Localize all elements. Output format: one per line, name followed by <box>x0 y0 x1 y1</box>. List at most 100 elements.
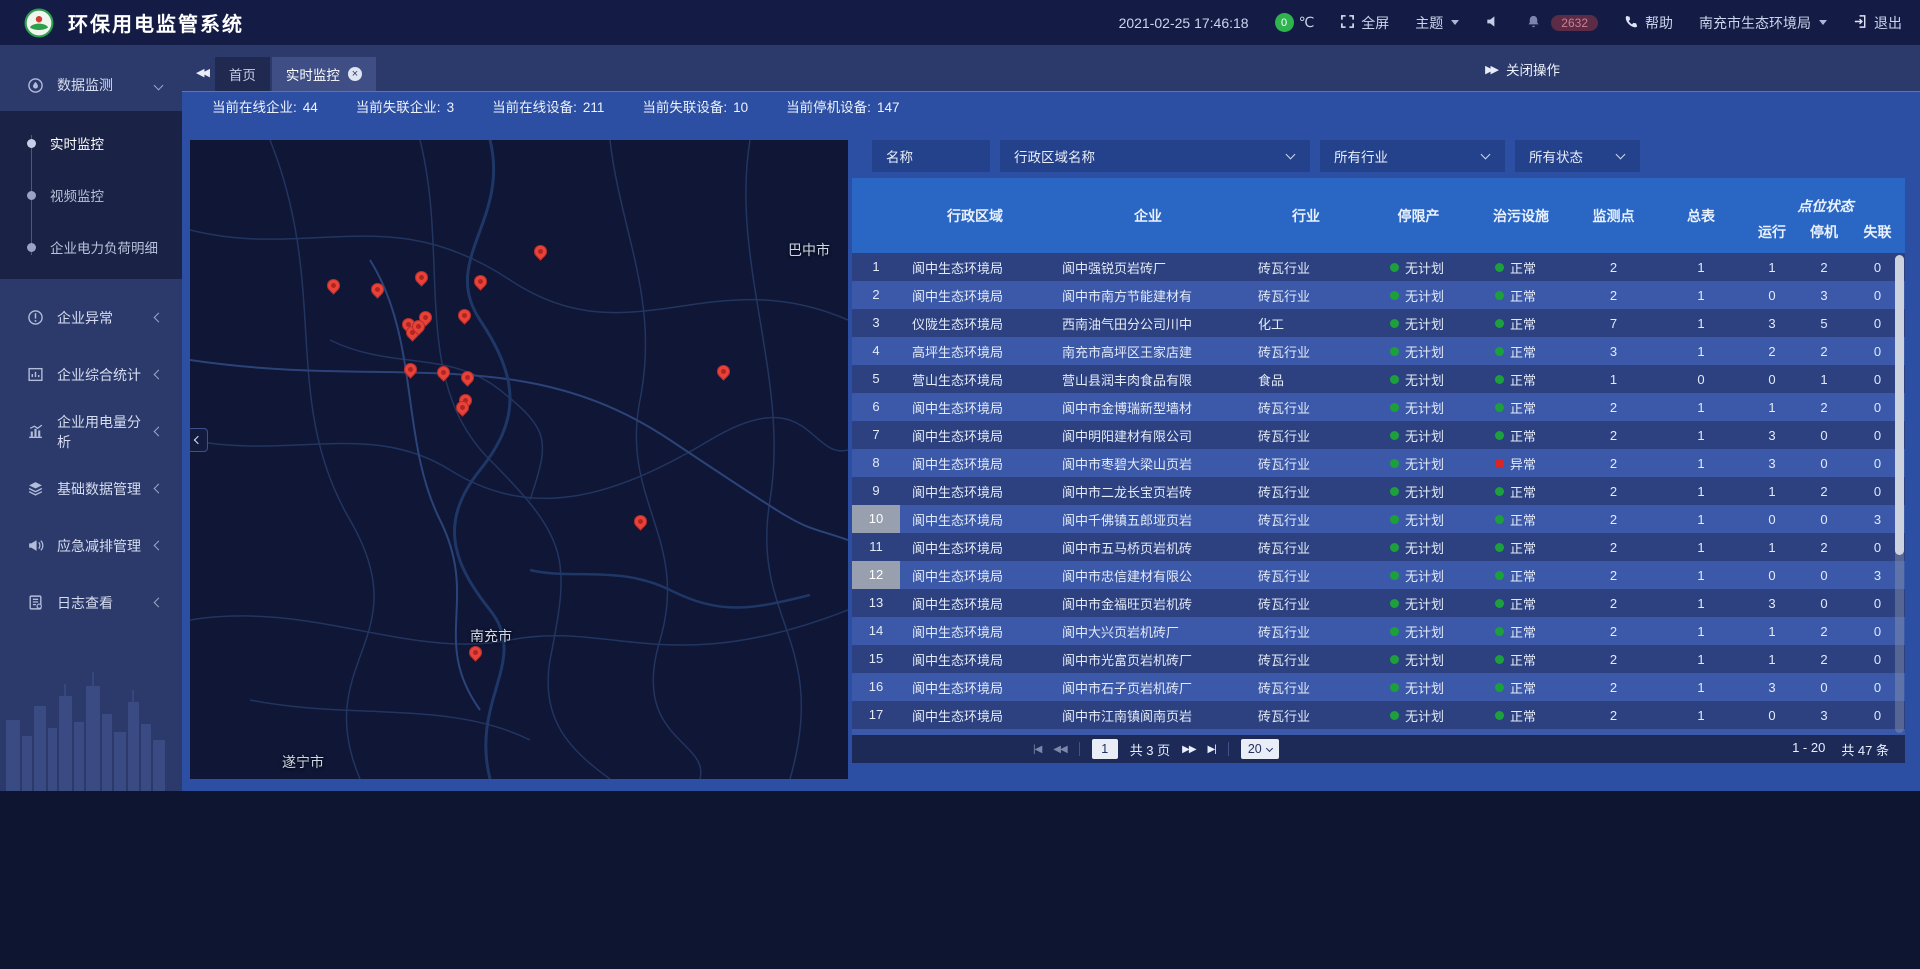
cell-pollution-facility: 正常 <box>1471 734 1571 736</box>
tabs-scroll-right-button[interactable]: ▶▶ <box>1485 63 1496 76</box>
cell-enterprise: 阆中市江南镇阆南页岩 <box>1050 706 1246 725</box>
sidebar-item-2[interactable]: 企业综合统计 <box>0 346 182 403</box>
chevron-left-icon <box>154 541 164 551</box>
table-row[interactable]: 11阆中生态环境局阆中市五马桥页岩机砖砖瓦行业无计划正常21120 <box>852 533 1905 561</box>
table-row[interactable]: 8阆中生态环境局阆中市枣碧大梁山页岩砖瓦行业无计划异常21300 <box>852 449 1905 477</box>
cell-running: 2 <box>1746 344 1798 359</box>
logout-button[interactable]: 退出 <box>1853 13 1902 33</box>
cell-running: 1 <box>1746 260 1798 275</box>
subcol-header-2: 失联 <box>1850 218 1905 253</box>
bell-icon <box>1526 14 1541 32</box>
sound-button[interactable] <box>1485 14 1500 32</box>
sidebar-item-0[interactable]: 数据监测 <box>0 59 182 111</box>
cell-limit-production: 无计划 <box>1366 482 1471 501</box>
tab-label: 实时监控 <box>286 64 340 84</box>
cell-index: 7 <box>852 421 900 449</box>
region-filter-select[interactable]: 行政区域名称 <box>1000 140 1310 172</box>
status-filter-select[interactable]: 所有状态 <box>1515 140 1640 172</box>
cell-limit-production: 无计划 <box>1366 678 1471 697</box>
cell-index: 12 <box>852 561 900 589</box>
status-dot-green-icon <box>1495 571 1504 580</box>
map-collapse-button[interactable] <box>190 428 208 452</box>
sidebar-subitem-2[interactable]: 企业电力负荷明细 <box>0 221 182 273</box>
cell-running: 3 <box>1746 316 1798 331</box>
close-operations-button[interactable]: 关闭操作 <box>1506 59 1560 79</box>
map-view[interactable]: 巴中市南充市遂宁市 <box>190 140 848 779</box>
cell-region: 阆中生态环境局 <box>900 286 1050 305</box>
sidebar-item-1[interactable]: 企业异常 <box>0 289 182 346</box>
table-scrollbar[interactable] <box>1895 255 1904 733</box>
status-dot-green-icon <box>1390 347 1399 356</box>
table-row[interactable]: 3仪陇生态环境局西南油气田分公司川中化工无计划正常71350 <box>852 309 1905 337</box>
status-dot-green-icon <box>1390 599 1399 608</box>
cell-halted: 2 <box>1798 624 1850 639</box>
cell-halted: 2 <box>1798 652 1850 667</box>
cell-total-meter: 1 <box>1656 568 1746 583</box>
table-row[interactable]: 14阆中生态环境局阆中大兴页岩机砖厂砖瓦行业无计划正常21120 <box>852 617 1905 645</box>
cell-limit-production: 无计划 <box>1366 398 1471 417</box>
sidebar-item-4[interactable]: 基础数据管理 <box>0 460 182 517</box>
sidebar-item-3[interactable]: 企业用电量分析 <box>0 403 182 460</box>
table-row[interactable]: 13阆中生态环境局阆中市金福旺页岩机砖砖瓦行业无计划正常21300 <box>852 589 1905 617</box>
col-index <box>852 178 900 253</box>
table-row[interactable]: 16阆中生态环境局阆中市石子页岩机砖厂砖瓦行业无计划正常21300 <box>852 673 1905 701</box>
theme-dropdown[interactable]: 主题 <box>1415 13 1459 33</box>
cell-monitor-points: 2 <box>1571 484 1656 499</box>
industry-filter-select[interactable]: 所有行业 <box>1320 140 1505 172</box>
first-page-button[interactable]: |◀ <box>1033 744 1041 755</box>
page-size-select[interactable]: 20 <box>1241 739 1279 759</box>
cell-total-meter: 1 <box>1656 428 1746 443</box>
table-row[interactable]: 7阆中生态环境局阆中明阳建材有限公司砖瓦行业无计划正常21300 <box>852 421 1905 449</box>
scrollbar-thumb[interactable] <box>1895 255 1904 555</box>
next-page-button[interactable]: ▶▶ <box>1182 744 1195 755</box>
table-row[interactable]: 4高坪生态环境局南充市高坪区王家店建砖瓦行业无计划正常31220 <box>852 337 1905 365</box>
cell-enterprise: 阆中市枣碧大梁山页岩 <box>1050 454 1246 473</box>
industry-filter-value: 所有行业 <box>1334 146 1388 166</box>
tab-0[interactable]: 首页 <box>215 57 270 91</box>
table-row[interactable]: 12阆中生态环境局阆中市忠信建材有限公砖瓦行业无计划正常21003 <box>852 561 1905 589</box>
divider <box>1228 742 1229 756</box>
cell-monitor-points: 2 <box>1571 596 1656 611</box>
logout-label: 退出 <box>1874 13 1902 33</box>
page-size-value: 20 <box>1248 742 1262 756</box>
sidebar-subitem-0[interactable]: 实时监控 <box>0 117 182 169</box>
cell-halted: 0 <box>1798 596 1850 611</box>
chevron-left-icon <box>154 484 164 494</box>
org-dropdown[interactable]: 南充市生态环境局 <box>1699 13 1827 33</box>
stat-value: 10 <box>733 100 748 115</box>
facility-text: 正常 <box>1510 510 1536 529</box>
cell-region: 阆中生态环境局 <box>900 706 1050 725</box>
table-row[interactable]: 9阆中生态环境局阆中市二龙长宝页岩砖砖瓦行业无计划正常21120 <box>852 477 1905 505</box>
help-button[interactable]: 帮助 <box>1624 13 1673 33</box>
cell-pollution-facility: 正常 <box>1471 650 1571 669</box>
cell-monitor-points: 7 <box>1571 316 1656 331</box>
last-page-button[interactable]: ▶| <box>1208 744 1216 755</box>
table-row[interactable]: 5营山生态环境局营山县润丰肉食品有限食品无计划正常10010 <box>852 365 1905 393</box>
prev-page-button[interactable]: ◀◀ <box>1053 744 1066 755</box>
sidebar-item-label: 数据监测 <box>57 75 142 95</box>
sidebar-item-5[interactable]: 应急减排管理 <box>0 517 182 574</box>
table-row[interactable]: 17阆中生态环境局阆中市江南镇阆南页岩砖瓦行业无计划正常21030 <box>852 701 1905 729</box>
name-filter-input[interactable]: 名称 <box>872 140 990 172</box>
facility-text: 正常 <box>1510 482 1536 501</box>
fullscreen-button[interactable]: 全屏 <box>1340 13 1389 33</box>
notifications-button[interactable]: 2632 <box>1526 14 1598 32</box>
sidebar-subitem-1[interactable]: 视频监控 <box>0 169 182 221</box>
cell-pollution-facility: 正常 <box>1471 510 1571 529</box>
table-row[interactable]: 6阆中生态环境局阆中市金博瑞新型墙材砖瓦行业无计划正常21120 <box>852 393 1905 421</box>
page-number-input[interactable]: 1 <box>1092 739 1118 759</box>
table-row[interactable]: 10阆中生态环境局阆中千佛镇五郎垭页岩砖瓦行业无计划正常21003 <box>852 505 1905 533</box>
status-dot-red-icon <box>1495 459 1504 468</box>
tabs-scroll-left-button[interactable]: ◀◀ <box>192 66 215 91</box>
cell-industry: 砖瓦行业 <box>1246 454 1366 473</box>
table-row[interactable]: 2阆中生态环境局阆中市南方节能建材有砖瓦行业无计划正常21030 <box>852 281 1905 309</box>
stat-item: 当前失联设备:10 <box>642 96 748 116</box>
table-row[interactable]: 18南部生态环境局南部县科华水泥有限公建材行业无计划正常21030 <box>852 729 1905 735</box>
table-row[interactable]: 15阆中生态环境局阆中市光富页岩机砖厂砖瓦行业无计划正常21120 <box>852 645 1905 673</box>
cell-total-meter: 1 <box>1656 456 1746 471</box>
sidebar-item-6[interactable]: 日志查看 <box>0 574 182 631</box>
tab-close-icon[interactable]: × <box>348 67 362 81</box>
tab-1[interactable]: 实时监控 × <box>272 57 376 91</box>
table-row[interactable]: 1阆中生态环境局阆中强锐页岩砖厂砖瓦行业无计划正常21120 <box>852 253 1905 281</box>
cell-enterprise: 阆中市石子页岩机砖厂 <box>1050 678 1246 697</box>
